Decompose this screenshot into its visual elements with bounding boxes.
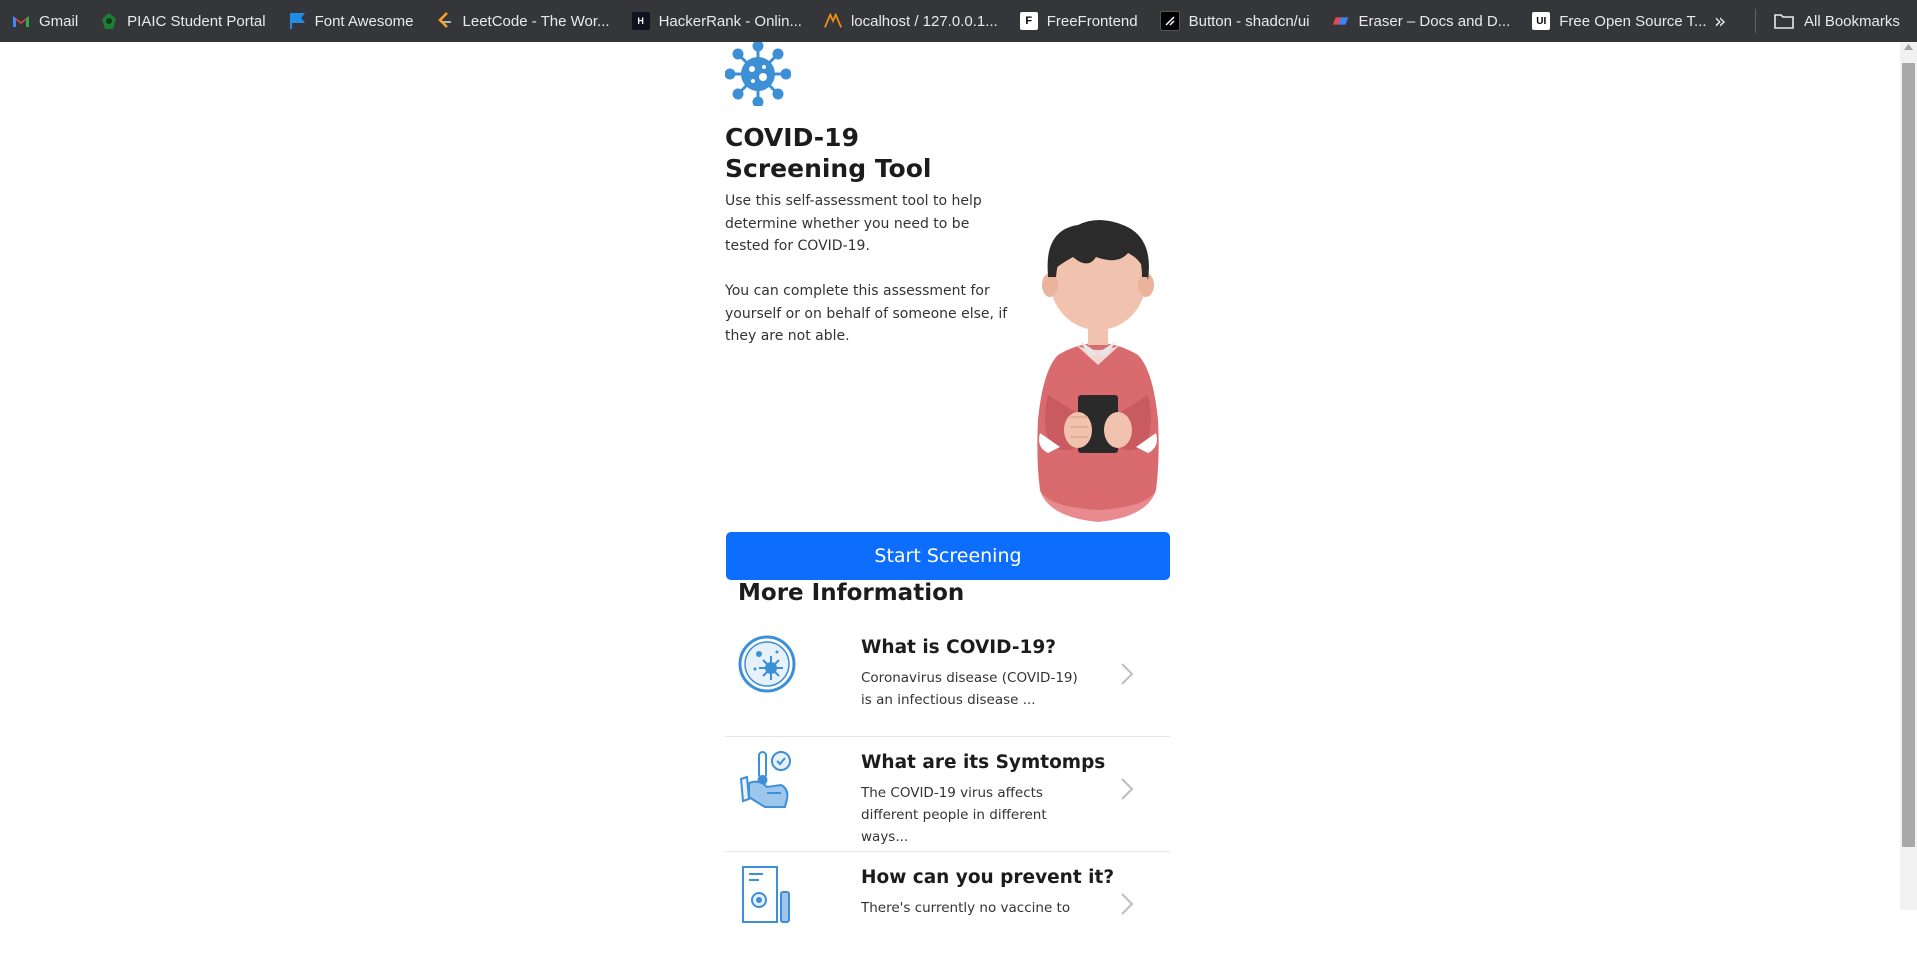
bookmark-hackerrank[interactable]: H HackerRank - Onlin... [631,12,802,30]
info-item-what-is-covid[interactable]: What is COVID-19? Coronavirus disease (C… [725,622,1170,737]
info-item-prevention[interactable]: How can you prevent it? There's currentl… [725,852,1170,966]
all-bookmarks-label: All Bookmarks [1804,12,1900,30]
bookmark-freefrontend[interactable]: F FreeFrontend [1019,12,1138,30]
info-item-text: Coronavirus disease (COVID-19) is an inf… [861,670,1078,708]
virus-logo-icon [724,40,792,110]
chevron-right-icon [1120,777,1134,805]
assessment-paragraph: You can complete this assessment for you… [725,283,1008,344]
phpmyadmin-icon [824,12,842,30]
bookmark-label: PIAIC Student Portal [127,12,266,30]
freefrontend-icon: F [1019,12,1038,30]
info-item-symptoms[interactable]: What are its Symtomps The COVID-19 virus… [725,737,1170,852]
bookmark-label: HackerRank - Onlin... [658,12,802,30]
flag-icon [288,12,306,30]
page-title: COVID-19 Screening Tool [725,122,931,184]
bookmark-localhost[interactable]: localhost / 127.0.0.1... [824,12,998,30]
person-with-phone-illustration [1018,185,1178,539]
info-item-title: What are its Symtomps [861,752,1106,773]
bookmark-label: Eraser – Docs and D... [1358,12,1511,30]
leetcode-icon [436,12,454,30]
ui-icon: UI [1532,12,1551,30]
bookmark-label: localhost / 127.0.0.1... [850,12,998,30]
bookmarks-divider [1755,9,1756,33]
title-line-1: COVID-19 [725,123,859,152]
bookmark-leetcode[interactable]: LeetCode - The Wor... [436,12,610,30]
eraser-icon [1332,12,1350,30]
bookmark-label: Gmail [39,12,79,30]
all-bookmarks-button[interactable]: All Bookmarks [1774,0,1900,42]
prevention-icon [737,864,797,928]
bookmark-label: LeetCode - The Wor... [462,12,610,30]
bookmark-label: FreeFrontend [1046,12,1138,30]
scrollbar-thumb[interactable] [1902,63,1915,847]
shadcn-icon [1159,11,1180,31]
bookmarks-overflow-button[interactable]: » [1714,9,1726,33]
bookmark-label: Font Awesome [314,12,414,30]
info-item-text: The COVID-19 virus affects different peo… [861,785,1047,845]
scroll-up-arrow-icon[interactable] [1900,44,1917,58]
bookmark-free-open-source[interactable]: UI Free Open Source T... [1532,12,1707,30]
more-information-heading: More Information [738,580,965,606]
hackerrank-icon: H [631,12,650,30]
bookmark-label: Button - shadcn/ui [1188,12,1310,30]
piaic-icon [100,12,118,30]
intro-paragraph: Use this self-assessment tool to help de… [725,193,982,254]
start-screening-button[interactable]: Start Screening [726,532,1170,580]
gmail-icon [12,12,30,30]
info-item-title: How can you prevent it? [861,867,1115,888]
symptoms-icon [737,749,797,813]
bookmark-piaic[interactable]: PIAIC Student Portal [100,12,266,30]
bookmark-shadcn[interactable]: Button - shadcn/ui [1159,11,1310,31]
chevron-right-icon [1120,662,1134,690]
bookmark-gmail[interactable]: Gmail [12,12,78,30]
bookmark-eraser[interactable]: Eraser – Docs and D... [1332,12,1511,30]
info-item-title: What is COVID-19? [861,637,1056,658]
folder-icon [1774,14,1794,29]
chevron-right-icon [1120,892,1134,920]
bookmarks-bar: Gmail PIAIC Student Portal Font Awesome … [0,0,1917,42]
virus-circle-icon [737,634,797,698]
bookmark-font-awesome[interactable]: Font Awesome [288,12,414,30]
title-line-2: Screening Tool [725,154,932,183]
bookmark-label: Free Open Source T... [1559,12,1707,30]
info-item-text: There's currently no vaccine to [861,900,1071,916]
